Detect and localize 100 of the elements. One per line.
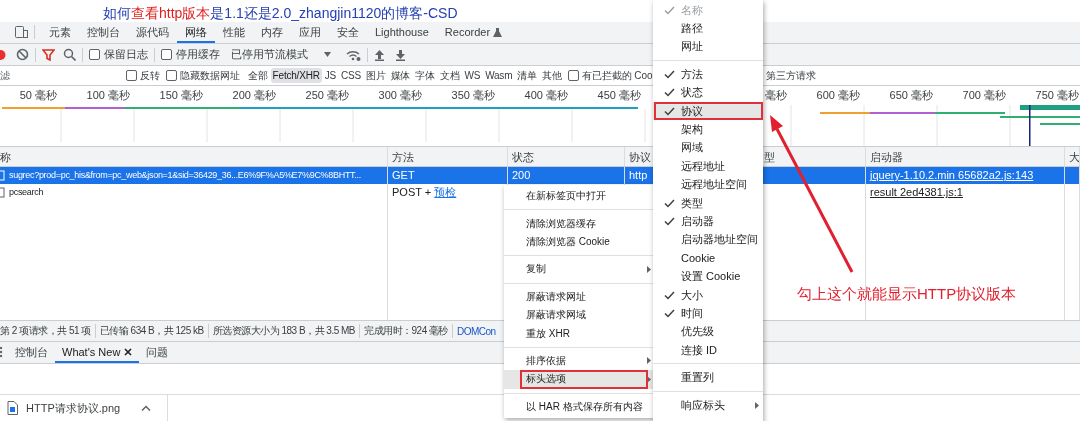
filter-type-button[interactable]: 清单 — [515, 66, 539, 85]
check-icon — [664, 106, 675, 116]
menu-item[interactable]: 重放 XHR — [504, 324, 655, 343]
filter-type-button[interactable]: JS — [322, 68, 338, 84]
menu-item[interactable]: 网域 — [653, 138, 763, 158]
menu-item[interactable]: 启动器地址空间 — [653, 230, 763, 250]
menu-item[interactable]: 清除浏览器 Cookie — [504, 232, 655, 252]
menu-item[interactable]: 设置 Cookie — [653, 267, 763, 286]
wifi-icon[interactable] — [346, 48, 361, 61]
menu-item[interactable]: 以 HAR 格式保存所有内容 — [504, 397, 655, 416]
checkbox[interactable] — [161, 49, 172, 61]
menu-item[interactable]: 协议 — [653, 101, 763, 121]
column-header[interactable]: 协议 — [629, 151, 651, 164]
close-icon[interactable] — [124, 348, 133, 357]
flask-icon — [493, 26, 503, 38]
filter-field[interactable]: 滤 — [0, 70, 118, 82]
initiator-link[interactable]: result 2ed4381.js:1 — [870, 186, 963, 199]
menu-item[interactable]: 启动器 — [653, 212, 763, 231]
menu-item[interactable]: 屏蔽请求网域 — [504, 305, 655, 325]
panel-tab[interactable]: 安全 — [329, 21, 367, 44]
checkbox-label: 隐藏数据网址 — [180, 68, 240, 83]
column-header[interactable]: 大 — [1069, 151, 1079, 164]
time-tick-label: 650 毫秒 — [889, 89, 933, 102]
check-icon — [664, 217, 675, 226]
menu-item[interactable]: 响应标头 — [653, 395, 763, 415]
caret-icon — [647, 265, 651, 273]
menu-item[interactable]: 连接 ID — [653, 341, 763, 360]
menu-item[interactable]: 排序依据 — [504, 351, 655, 371]
panel-tab[interactable]: 内存 — [253, 21, 291, 44]
checkbox-label: 停用缓存 — [176, 47, 220, 63]
initiator-link[interactable]: jquery-1.10.2.min 65682a2.js:143 — [870, 169, 1034, 182]
filter-type-button[interactable]: 字体 — [413, 66, 437, 85]
checkbox[interactable] — [89, 49, 100, 61]
device-toggle-icon[interactable] — [14, 25, 28, 40]
throttling-dropdown[interactable]: 已停用节流模式 — [228, 46, 334, 64]
checkbox[interactable] — [567, 70, 579, 82]
drawer-tab[interactable]: What's New — [55, 341, 140, 363]
panel-tab[interactable]: Recorder — [436, 21, 511, 44]
panel-tab[interactable]: 应用 — [291, 21, 329, 44]
checkbox-label: 反转 — [140, 68, 160, 83]
menu-item[interactable]: 屏蔽请求网址 — [504, 287, 655, 306]
panel-tab[interactable]: 性能 — [215, 21, 253, 44]
upload-icon[interactable] — [374, 48, 385, 61]
checkbox-label: 有已拦截的 Coo — [581, 68, 653, 83]
panel-tab[interactable]: 源代码 — [128, 21, 177, 44]
column-header[interactable]: 称 — [0, 151, 11, 164]
filter-type-button[interactable]: CSS — [339, 68, 363, 84]
filter-type-button[interactable]: 媒体 — [388, 66, 413, 85]
filter-type-button[interactable]: Wasm — [483, 68, 515, 84]
chevron-up-icon[interactable] — [141, 405, 151, 411]
check-icon — [664, 5, 675, 15]
checkbox[interactable] — [166, 70, 177, 82]
filter-type-button[interactable]: Fetch/XHR — [270, 68, 322, 84]
column-header[interactable]: 启动器 — [870, 151, 903, 164]
column-header[interactable]: 型 — [764, 151, 775, 164]
menu-item[interactable]: 架构 — [653, 120, 763, 139]
menu-item[interactable]: 复制 — [504, 260, 655, 279]
menu-item[interactable]: 网址 — [653, 37, 763, 57]
menu-item[interactable]: 重置列 — [653, 368, 763, 387]
download-file-name[interactable]: HTTP请求协议.png — [26, 400, 121, 416]
download-icon[interactable] — [395, 48, 406, 61]
time-tick-label: 200 毫秒 — [232, 89, 276, 102]
menu-item[interactable]: 大小 — [653, 285, 763, 305]
filter-type-button[interactable]: 全部 — [246, 66, 270, 85]
caret-icon — [324, 52, 331, 58]
record-icon[interactable] — [0, 48, 6, 61]
filter-type-button[interactable]: 其他 — [539, 66, 564, 85]
annotation-text: 勾上这个就能显示HTTP协议版本 — [797, 285, 1017, 304]
column-header[interactable]: 方法 — [392, 151, 414, 164]
search-icon[interactable] — [63, 48, 76, 62]
time-tick-label: 100 毫秒 — [86, 89, 130, 102]
panel-tab[interactable]: 元素 — [41, 21, 79, 44]
drawer-tab[interactable]: 控制台 — [8, 341, 55, 363]
menu-item[interactable]: 标头选项 — [504, 370, 655, 389]
menu-item[interactable]: Cookie — [653, 249, 763, 268]
menu-item[interactable]: 清除浏览器缓存 — [504, 214, 655, 233]
time-tick-label: 300 毫秒 — [378, 89, 422, 102]
drawer-tab[interactable]: 问题 — [139, 341, 176, 363]
page-heading[interactable]: 如何查看http版本是1.1还是2.0_zhangjin1120的博客-CSD — [103, 0, 458, 22]
time-tick-label: 700 毫秒 — [962, 89, 1006, 102]
filter-icon[interactable] — [42, 48, 55, 61]
menu-item[interactable]: 优先级 — [653, 322, 763, 342]
column-header[interactable]: 状态 — [512, 151, 534, 164]
menu-item[interactable]: 方法 — [653, 65, 763, 84]
menu-item[interactable]: 状态 — [653, 83, 763, 102]
filter-type-button[interactable]: 图片 — [363, 66, 388, 85]
panel-tab[interactable]: 控制台 — [79, 21, 128, 44]
time-tick-label: 150 毫秒 — [159, 89, 203, 102]
panel-tab[interactable]: Lighthouse — [367, 21, 437, 44]
filter-type-button[interactable]: 文档 — [437, 66, 462, 85]
more-icon[interactable] — [0, 346, 4, 359]
filter-type-button[interactable]: WS — [462, 68, 483, 84]
menu-item[interactable]: 路径 — [653, 19, 763, 38]
clear-icon[interactable] — [16, 48, 29, 62]
menu-item[interactable]: 时间 — [653, 304, 763, 323]
file-icon — [0, 187, 5, 199]
preflight-link[interactable]: 预检 — [434, 186, 457, 199]
checkbox[interactable] — [126, 70, 137, 82]
status-link[interactable]: DOMCon — [457, 325, 496, 337]
time-tick-label: 50 毫秒 — [19, 89, 57, 102]
